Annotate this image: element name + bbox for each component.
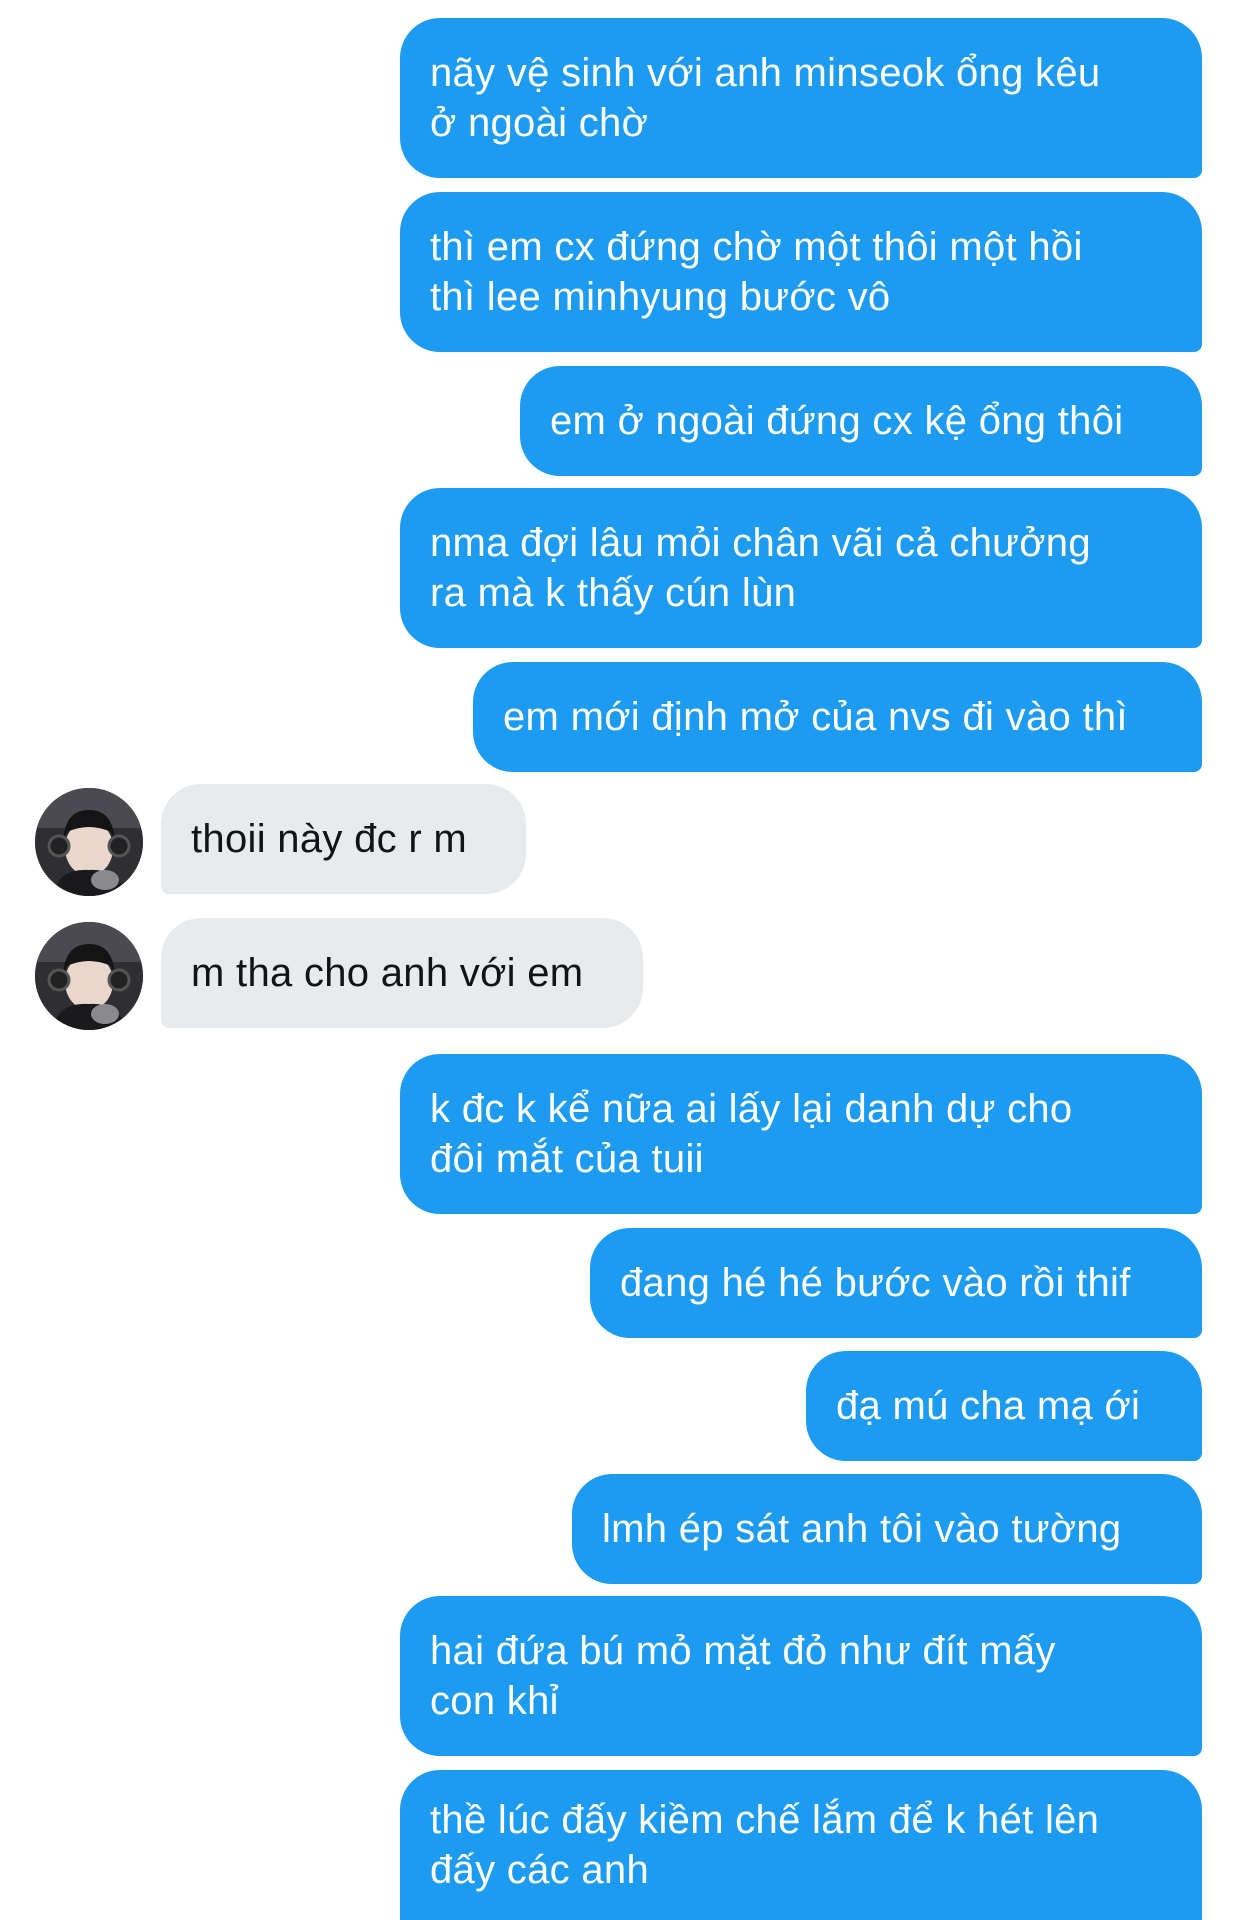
message-bubble[interactable]: đang hé hé bước vào rồi thif xyxy=(590,1228,1202,1338)
user-avatar[interactable] xyxy=(35,788,143,896)
message-bubble[interactable]: thề lúc đấy kiềm chế lắm để k hét lên đấ… xyxy=(400,1770,1202,1920)
message-bubble[interactable]: em ở ngoài đứng cx kệ ổng thôi xyxy=(520,366,1202,476)
user-avatar[interactable] xyxy=(35,922,143,1030)
avatar-image-icon xyxy=(35,788,143,896)
avatar-image-icon xyxy=(35,922,143,1030)
message-bubble[interactable]: thì em cx đứng chờ một thôi một hồi thì … xyxy=(400,192,1202,352)
message-thread: nãy vệ sinh với anh minseok ổng kêu ở ng… xyxy=(0,0,1240,1920)
message-bubble[interactable]: nma đợi lâu mỏi chân vãi cả chưởng ra mà… xyxy=(400,488,1202,648)
message-bubble[interactable]: k đc k kể nữa ai lấy lại danh dự cho đôi… xyxy=(400,1054,1202,1214)
message-bubble[interactable]: em mới định mở của nvs đi vào thì xyxy=(473,662,1202,772)
message-bubble[interactable]: thoii này đc r m xyxy=(161,784,526,894)
message-bubble[interactable]: đạ mú cha mạ ới xyxy=(806,1351,1202,1461)
message-bubble[interactable]: lmh ép sát anh tôi vào tường xyxy=(572,1474,1202,1584)
message-bubble[interactable]: m tha cho anh với em xyxy=(161,918,643,1028)
message-bubble[interactable]: hai đứa bú mỏ mặt đỏ như đít mấy con khỉ xyxy=(400,1596,1202,1756)
message-bubble[interactable]: nãy vệ sinh với anh minseok ổng kêu ở ng… xyxy=(400,18,1202,178)
